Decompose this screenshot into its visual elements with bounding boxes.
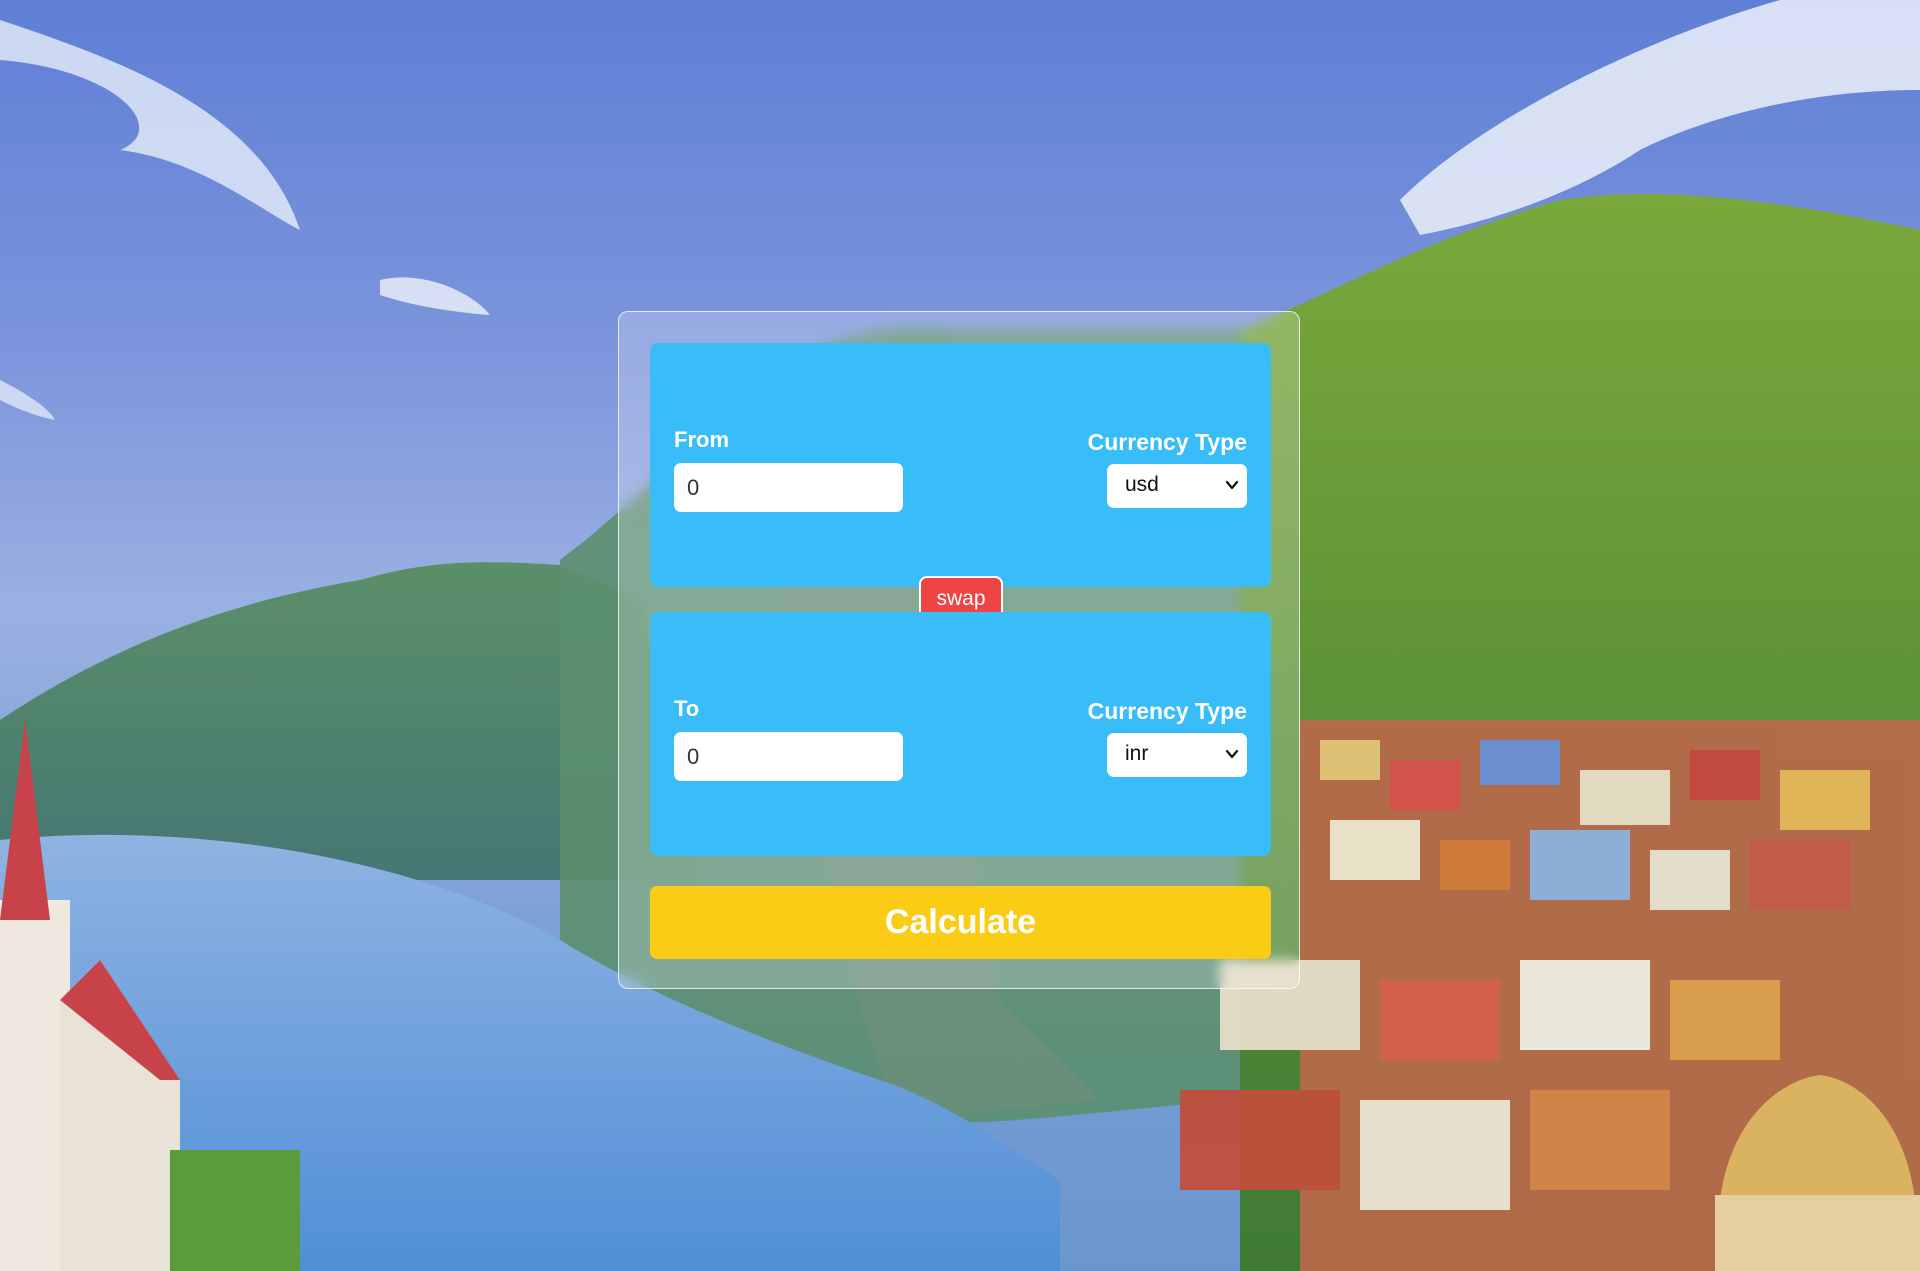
chevron-down-icon — [1225, 749, 1239, 759]
calculate-button[interactable]: Calculate — [650, 886, 1271, 959]
from-panel: From Currency Type usd — [650, 343, 1271, 587]
to-currency-label: Currency Type — [1087, 698, 1247, 724]
from-amount-input[interactable] — [674, 463, 903, 512]
to-panel: To Currency Type inr — [650, 612, 1271, 856]
to-currency-value: inr — [1125, 742, 1149, 765]
chevron-down-icon — [1225, 480, 1239, 490]
to-label: To — [674, 696, 700, 721]
from-currency-select[interactable]: usd — [1107, 464, 1247, 508]
to-amount-input[interactable] — [674, 732, 903, 781]
from-currency-label: Currency Type — [1087, 429, 1247, 455]
from-label: From — [674, 427, 729, 452]
converter-card: From Currency Type usd swap To Currency … — [618, 311, 1300, 989]
to-currency-select[interactable]: inr — [1107, 733, 1247, 777]
from-currency-value: usd — [1125, 473, 1159, 496]
